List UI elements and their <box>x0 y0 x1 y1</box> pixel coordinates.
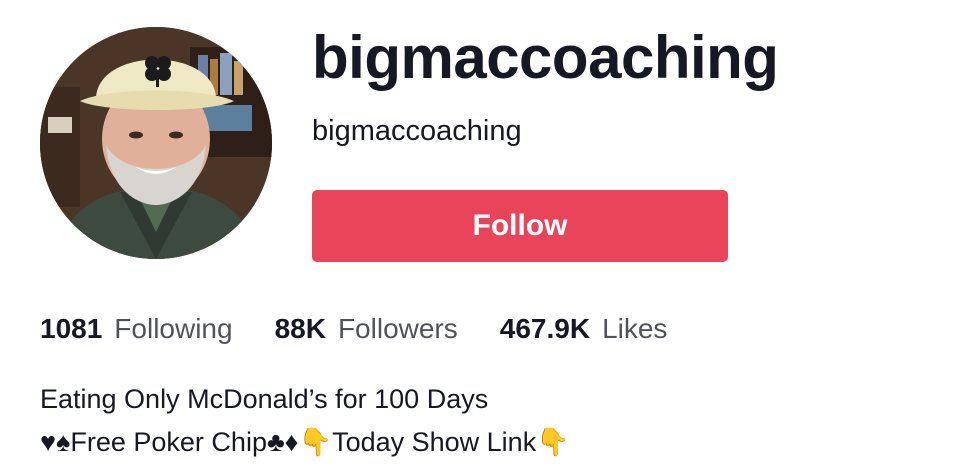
bio-line-1: Eating Only McDonald’s for 100 Days <box>40 384 489 414</box>
following-stat[interactable]: 1081 Following <box>40 307 233 351</box>
followers-label: Followers <box>337 313 458 344</box>
follow-button[interactable]: Follow <box>312 190 728 262</box>
username: bigmaccoaching <box>312 115 522 147</box>
followers-stat[interactable]: 88K Followers <box>275 307 458 351</box>
likes-count: 467.9K <box>499 313 591 344</box>
profile-bio: Eating Only McDonald’s for 100 Days ♥♠Fr… <box>40 378 570 464</box>
likes-stat: 467.9K Likes <box>500 307 668 351</box>
following-count: 1081 <box>40 313 103 344</box>
profile-stats: 1081 Following 88K Followers 467.9K Like… <box>40 307 667 351</box>
avatar-photo <box>40 27 272 259</box>
bio-line-2: ♥♠Free Poker Chip♣♦👇Today Show Link👇 <box>40 427 570 457</box>
display-name: bigmaccoaching <box>312 24 779 91</box>
profile-avatar[interactable] <box>40 27 272 259</box>
likes-label: Likes <box>602 313 668 344</box>
following-label: Following <box>114 313 233 344</box>
followers-count: 88K <box>274 313 326 344</box>
